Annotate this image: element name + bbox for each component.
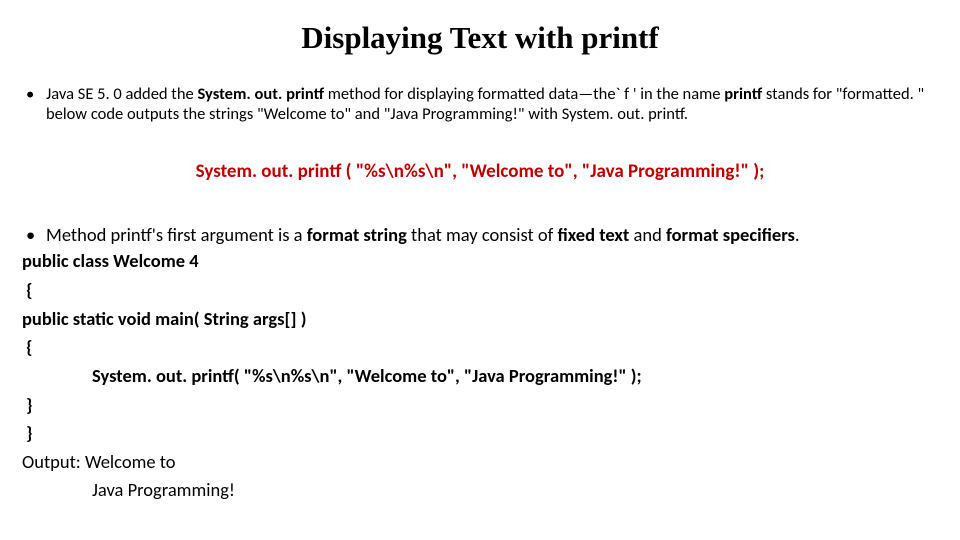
output-line-1: Welcome to bbox=[85, 450, 176, 473]
code-line-7: } bbox=[22, 419, 938, 448]
bullet-2-text-b: that may consist of bbox=[407, 223, 558, 246]
bullet-1-bold-2: printf bbox=[724, 84, 762, 104]
bullet-2-text-a: Method printf's first argument is a bbox=[46, 223, 307, 246]
bullet-2-text-d: . bbox=[795, 223, 800, 246]
slide-title: Displaying Text with printf bbox=[22, 20, 938, 56]
output-label: Output: bbox=[22, 450, 85, 473]
bullet-2-text-c: and bbox=[629, 223, 666, 246]
code-line-2: { bbox=[22, 276, 938, 305]
code-line-1: public class Welcome 4 bbox=[22, 247, 938, 276]
bullet-2-bold-2: fixed text bbox=[557, 223, 629, 246]
bullet-2-bold-3: format specifiers bbox=[666, 223, 795, 246]
code-block: public class Welcome 4 { public static v… bbox=[22, 247, 938, 448]
code-line-3: public static void main( String args[] ) bbox=[22, 305, 938, 334]
bullet-1-text-a: Java SE 5. 0 added the bbox=[46, 84, 197, 104]
bullet-1-bold-1: System. out. printf bbox=[197, 84, 324, 104]
bullet-2: Method printf's first argument is a form… bbox=[22, 223, 938, 247]
code-line-5: System. out. printf( "%s\n%s\n", "Welcom… bbox=[22, 362, 938, 391]
bullet-1: Java SE 5. 0 added the System. out. prin… bbox=[22, 84, 938, 124]
output-block: Output: Welcome to Java Programming! bbox=[22, 448, 938, 504]
code-line-6: } bbox=[22, 391, 938, 420]
output-line-2: Java Programming! bbox=[22, 476, 938, 504]
bullet-2-bold-1: format string bbox=[307, 223, 407, 246]
code-line-4: { bbox=[22, 333, 938, 362]
center-code-line: System. out. printf ( "%s\n%s\n", "Welco… bbox=[22, 160, 938, 183]
bullet-1-text-b: method for displaying formatted data—the… bbox=[324, 84, 724, 104]
